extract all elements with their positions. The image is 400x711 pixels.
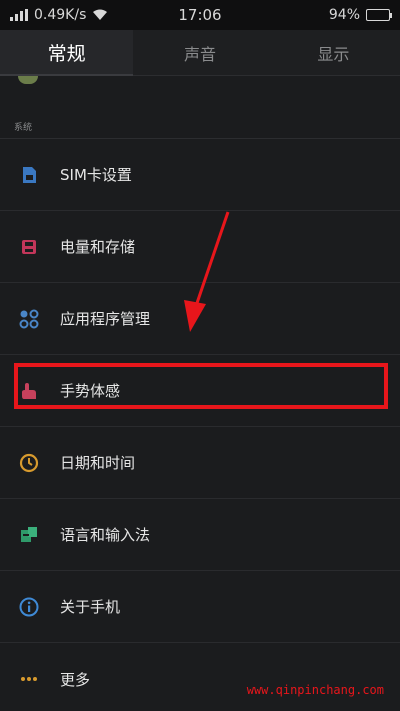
settings-item-more[interactable]: 更多 bbox=[0, 643, 400, 711]
status-right: 94% bbox=[230, 7, 392, 23]
gesture-icon bbox=[18, 380, 40, 402]
settings-item-about[interactable]: 关于手机 bbox=[0, 571, 400, 643]
settings-item-label: 更多 bbox=[60, 670, 91, 689]
settings-item-datetime[interactable]: 日期和时间 bbox=[0, 427, 400, 499]
tab-bar: 常规 声音 显示 bbox=[0, 30, 400, 76]
battery-percent: 94% bbox=[328, 7, 360, 23]
sim-card-icon bbox=[18, 164, 40, 186]
settings-list: SIM卡设置 电量和存储 应用程序管理 手势体感 日期和时间 语言和输入法 关于… bbox=[0, 139, 400, 711]
info-icon bbox=[18, 596, 40, 618]
status-left: 0.49K/s bbox=[10, 7, 170, 23]
settings-item-language[interactable]: 语言和输入法 bbox=[0, 499, 400, 571]
tab-display[interactable]: 显示 bbox=[266, 30, 400, 76]
settings-item-storage[interactable]: 电量和存储 bbox=[0, 211, 400, 283]
clock-icon bbox=[18, 452, 40, 474]
section-header: 系统 bbox=[14, 123, 33, 133]
settings-item-label: 手势体感 bbox=[60, 382, 121, 400]
language-icon bbox=[18, 524, 40, 546]
settings-item-label: 日期和时间 bbox=[60, 454, 136, 472]
settings-item-label: 应用程序管理 bbox=[60, 310, 151, 328]
apps-icon bbox=[18, 308, 40, 330]
tab-sound[interactable]: 声音 bbox=[133, 30, 267, 76]
wifi-icon bbox=[93, 9, 108, 20]
settings-item-sim[interactable]: SIM卡设置 bbox=[0, 139, 400, 211]
status-bar: 0.49K/s 17:06 94% bbox=[0, 0, 400, 30]
settings-item-label: SIM卡设置 bbox=[60, 166, 132, 184]
settings-item-label: 关于手机 bbox=[60, 598, 121, 616]
clock: 17:06 bbox=[178, 6, 222, 24]
signal-icon bbox=[10, 9, 28, 21]
network-speed: 0.49K/s bbox=[34, 7, 87, 23]
settings-item-label: 电量和存储 bbox=[60, 238, 136, 256]
more-icon bbox=[18, 668, 40, 690]
settings-item-label: 语言和输入法 bbox=[60, 526, 151, 544]
partial-item-icon bbox=[18, 76, 38, 84]
settings-item-gesture[interactable]: 手势体感 bbox=[0, 355, 400, 427]
settings-item-apps[interactable]: 应用程序管理 bbox=[0, 283, 400, 355]
tab-general[interactable]: 常规 bbox=[0, 30, 134, 76]
storage-icon bbox=[18, 236, 40, 258]
watermark: www.qinpinchang.com bbox=[246, 683, 384, 697]
battery-icon bbox=[366, 9, 392, 21]
